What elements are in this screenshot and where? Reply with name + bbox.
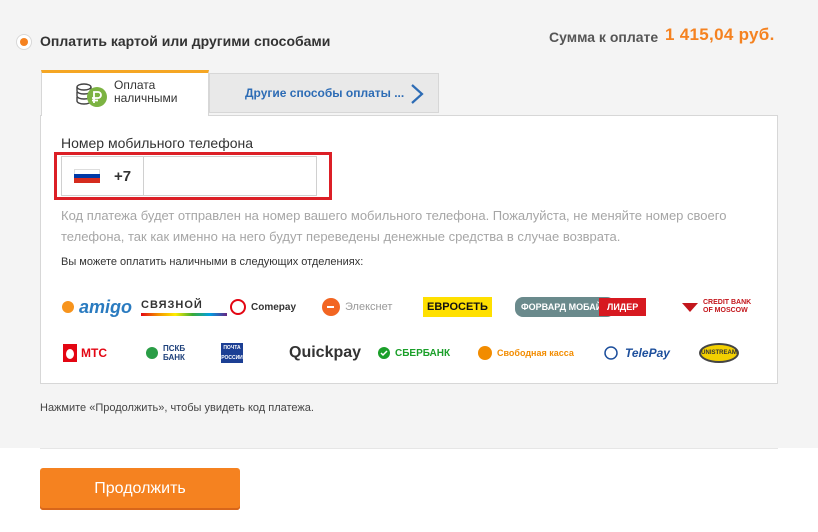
country-code: +7	[114, 168, 132, 185]
tab-other-methods[interactable]: Другие способы оплаты ...	[209, 73, 439, 113]
cbm-icon	[682, 303, 698, 312]
comepay-icon	[230, 299, 246, 315]
amount-value: 1 415,04 руб.	[665, 25, 775, 44]
evroset-logo: ЕВРОСЕТЬ	[423, 297, 492, 317]
pskb-icon	[146, 347, 158, 359]
branches-label: Вы можете оплатить наличными в следующих…	[61, 256, 364, 268]
svyaznoy-logo: СВЯЗНОЙ	[141, 294, 227, 320]
mts-egg-icon	[63, 344, 77, 362]
country-code-selector[interactable]: +7	[62, 157, 144, 195]
amigo-bird-icon	[62, 301, 74, 313]
quickpay-logo: Quickpay	[289, 344, 362, 361]
chevron-right-icon	[411, 84, 424, 104]
continue-button[interactable]: Продолжить	[40, 468, 240, 510]
pskb-logo: ПСКБ БАНК	[145, 340, 185, 366]
payment-panel: Оплатить картой или другими способами Су…	[0, 0, 818, 448]
comepay-logo: Comepay	[229, 294, 296, 320]
svobodnaya-kassa-logo: Свободная касса	[477, 340, 574, 366]
unistream-logo: UNISTREAM	[699, 343, 739, 363]
amount-label: Сумма к оплате	[549, 29, 659, 45]
eleksnet-icon	[322, 298, 340, 316]
continue-note: Нажмите «Продолжить», чтобы увидеть код …	[40, 402, 314, 414]
payment-method-radio[interactable]	[16, 34, 32, 50]
telepay-icon	[604, 346, 618, 360]
tab-other-methods-label: Другие способы оплаты ...	[245, 86, 405, 100]
amigo-logo: amigo	[61, 294, 132, 320]
tab-cash-label: Оплата наличными	[114, 78, 178, 105]
sberbank-logo: СБЕРБАНК	[377, 340, 450, 366]
telepay-logo: TelePay	[601, 340, 670, 366]
sberbank-icon	[378, 347, 390, 359]
credit-bank-of-moscow-logo: CREDIT BANK OF MOSCOW	[681, 294, 751, 320]
payment-method-title: Оплатить картой или другими способами	[40, 33, 331, 49]
phone-field: +7	[61, 156, 317, 196]
coin-stack-ruble-icon	[76, 83, 107, 107]
svobodnaya-kassa-icon	[478, 346, 492, 360]
phone-label: Номер мобильного телефона	[61, 135, 254, 151]
russia-flag-icon	[74, 169, 100, 183]
eleksnet-logo: Элекснет	[321, 294, 392, 320]
phone-input[interactable]	[145, 157, 315, 195]
lider-logo: ЛИДЕР	[599, 298, 647, 316]
tab-cash-payment[interactable]: Оплата наличными	[41, 70, 209, 116]
phone-hint: Код платежа будет отправлен на номер ваш…	[61, 208, 727, 244]
divider	[40, 448, 778, 449]
cash-payment-form: Номер мобильного телефона +7 Код платежа…	[40, 115, 778, 384]
pochta-rossii-logo: ПОЧТА РОССИИ	[221, 343, 243, 363]
mts-logo: МТС	[63, 340, 107, 366]
